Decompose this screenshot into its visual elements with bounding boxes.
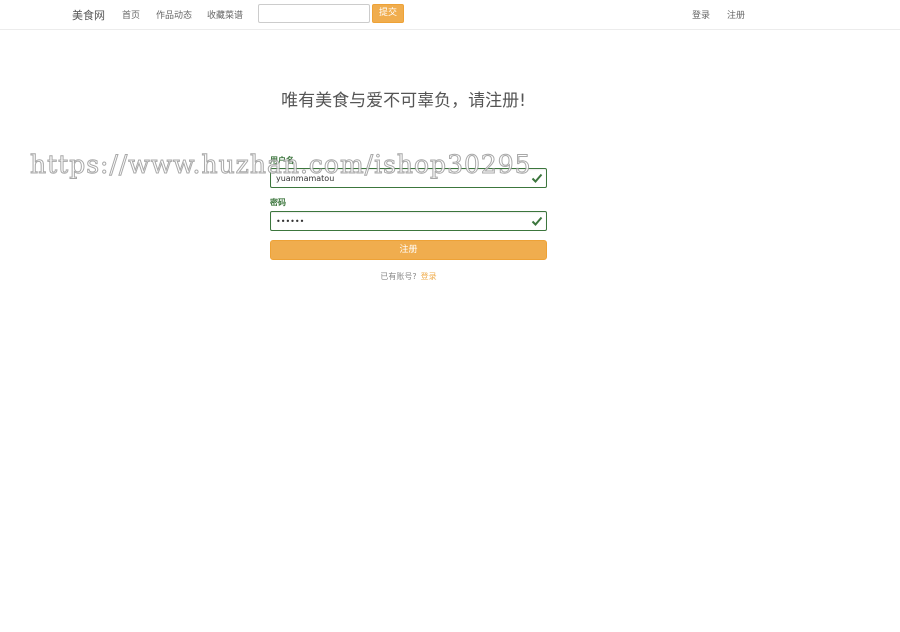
password-label: 密码 bbox=[270, 198, 286, 207]
search-input[interactable] bbox=[258, 4, 370, 23]
nav-login-link[interactable]: 登录 bbox=[692, 8, 710, 21]
nav-register-link[interactable]: 注册 bbox=[727, 8, 745, 21]
password-input[interactable] bbox=[270, 211, 547, 231]
search-submit-button[interactable]: 提交 bbox=[372, 4, 404, 23]
login-hint: 已有账号? 登录 bbox=[270, 271, 547, 282]
nav-link-favorites[interactable]: 收藏菜谱 bbox=[207, 8, 243, 21]
login-link[interactable]: 登录 bbox=[421, 272, 437, 281]
top-navbar: 美食网 首页 作品动态 收藏菜谱 提交 登录 注册 bbox=[0, 0, 900, 30]
brand-logo[interactable]: 美食网 bbox=[72, 7, 105, 23]
username-label: 用户名 bbox=[270, 156, 294, 165]
nav-link-works[interactable]: 作品动态 bbox=[156, 8, 192, 21]
nav-link-home[interactable]: 首页 bbox=[122, 8, 140, 21]
check-icon bbox=[531, 216, 543, 226]
username-input[interactable] bbox=[270, 168, 547, 188]
have-account-text: 已有账号? bbox=[380, 272, 417, 281]
register-button[interactable]: 注册 bbox=[270, 240, 547, 260]
page-title: 唯有美食与爱不可辜负，请注册! bbox=[281, 91, 526, 111]
check-icon bbox=[531, 173, 543, 183]
